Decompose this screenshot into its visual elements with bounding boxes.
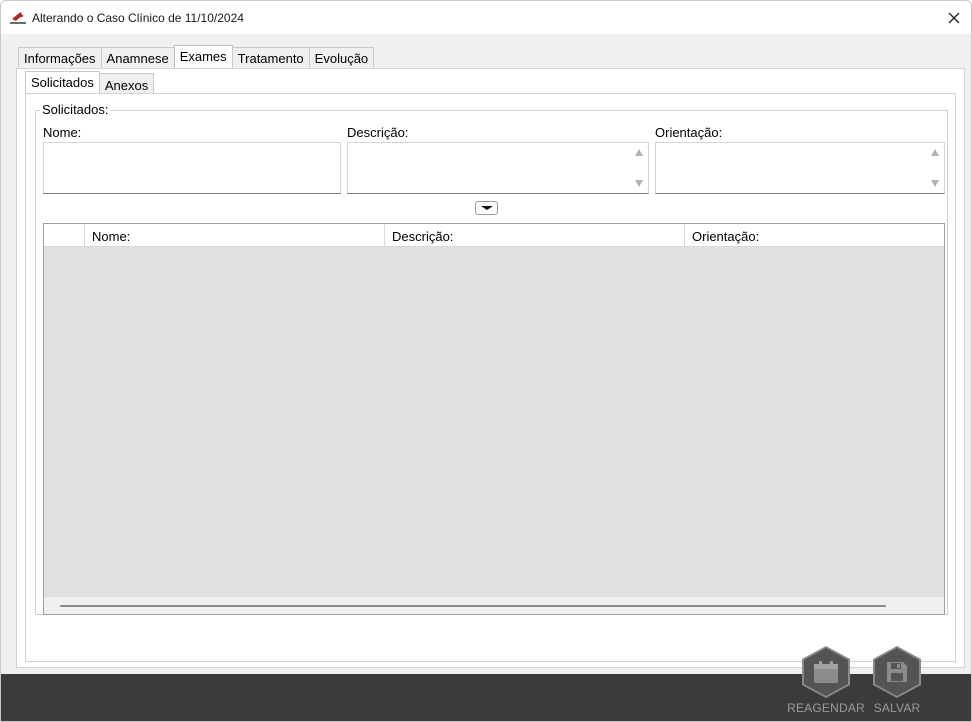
hex-face	[875, 648, 919, 696]
save-label: SALVAR	[873, 701, 921, 715]
hex-face	[804, 648, 848, 696]
exames-grid[interactable]: Nome: Descrição: Orientação:	[43, 223, 945, 615]
descricao-field[interactable]	[347, 142, 649, 194]
subtab-solicitados[interactable]: Solicitados	[25, 71, 100, 95]
window-title: Alterando o Caso Clínico de 11/10/2024	[32, 11, 244, 25]
scrollbar-thumb[interactable]	[60, 605, 886, 607]
grid-header-descricao[interactable]: Descrição:	[385, 224, 685, 246]
dialog-window: Alterando o Caso Clínico de 11/10/2024 I…	[0, 0, 972, 722]
grid-header-nome[interactable]: Nome:	[85, 224, 385, 246]
hex-frame	[873, 646, 921, 698]
scroll-up-icon[interactable]	[931, 149, 939, 156]
scroll-down-icon[interactable]	[635, 180, 643, 187]
tab-tratamento[interactable]: Tratamento	[231, 47, 310, 70]
grid-header-indicator	[44, 224, 85, 246]
title-bar: Alterando o Caso Clínico de 11/10/2024	[1, 1, 971, 34]
grid-header: Nome: Descrição: Orientação:	[44, 224, 944, 247]
grid-horizontal-scrollbar[interactable]	[44, 597, 944, 614]
tab-anamnese[interactable]: Anamnese	[100, 47, 175, 70]
descricao-scrollbar[interactable]	[631, 143, 648, 193]
orientacao-label: Orientação:	[655, 125, 723, 140]
tab-exames[interactable]: Exames	[173, 45, 233, 70]
reschedule-button[interactable]: REAGENDAR	[786, 646, 866, 721]
nome-field[interactable]	[43, 142, 341, 194]
descricao-label: Descrição:	[347, 125, 409, 140]
app-logo-icon	[9, 10, 27, 26]
orientacao-scrollbar[interactable]	[927, 143, 944, 193]
close-button[interactable]	[937, 1, 971, 34]
reschedule-label: REAGENDAR	[787, 701, 865, 715]
add-item-button[interactable]	[475, 201, 498, 215]
main-tabs: Informações Anamnese Exames Tratamento E…	[18, 45, 375, 70]
floppy-disk-icon	[887, 662, 907, 682]
grid-header-orientacao[interactable]: Orientação:	[685, 224, 944, 246]
sub-tabs: Solicitados Anexos	[25, 71, 155, 95]
tab-evolucao[interactable]: Evolução	[308, 47, 375, 70]
orientacao-field[interactable]	[655, 142, 945, 194]
save-button[interactable]: SALVAR	[857, 646, 937, 721]
chevron-down-icon	[481, 206, 493, 210]
scroll-up-icon[interactable]	[635, 149, 643, 156]
calendar-icon	[814, 661, 838, 683]
group-label: Solicitados:	[40, 102, 111, 117]
close-icon	[948, 12, 960, 23]
nome-label: Nome:	[43, 125, 82, 140]
tab-informacoes[interactable]: Informações	[18, 47, 102, 70]
subtab-anexos[interactable]: Anexos	[98, 73, 155, 95]
scroll-down-icon[interactable]	[931, 180, 939, 187]
hex-frame	[802, 646, 850, 698]
